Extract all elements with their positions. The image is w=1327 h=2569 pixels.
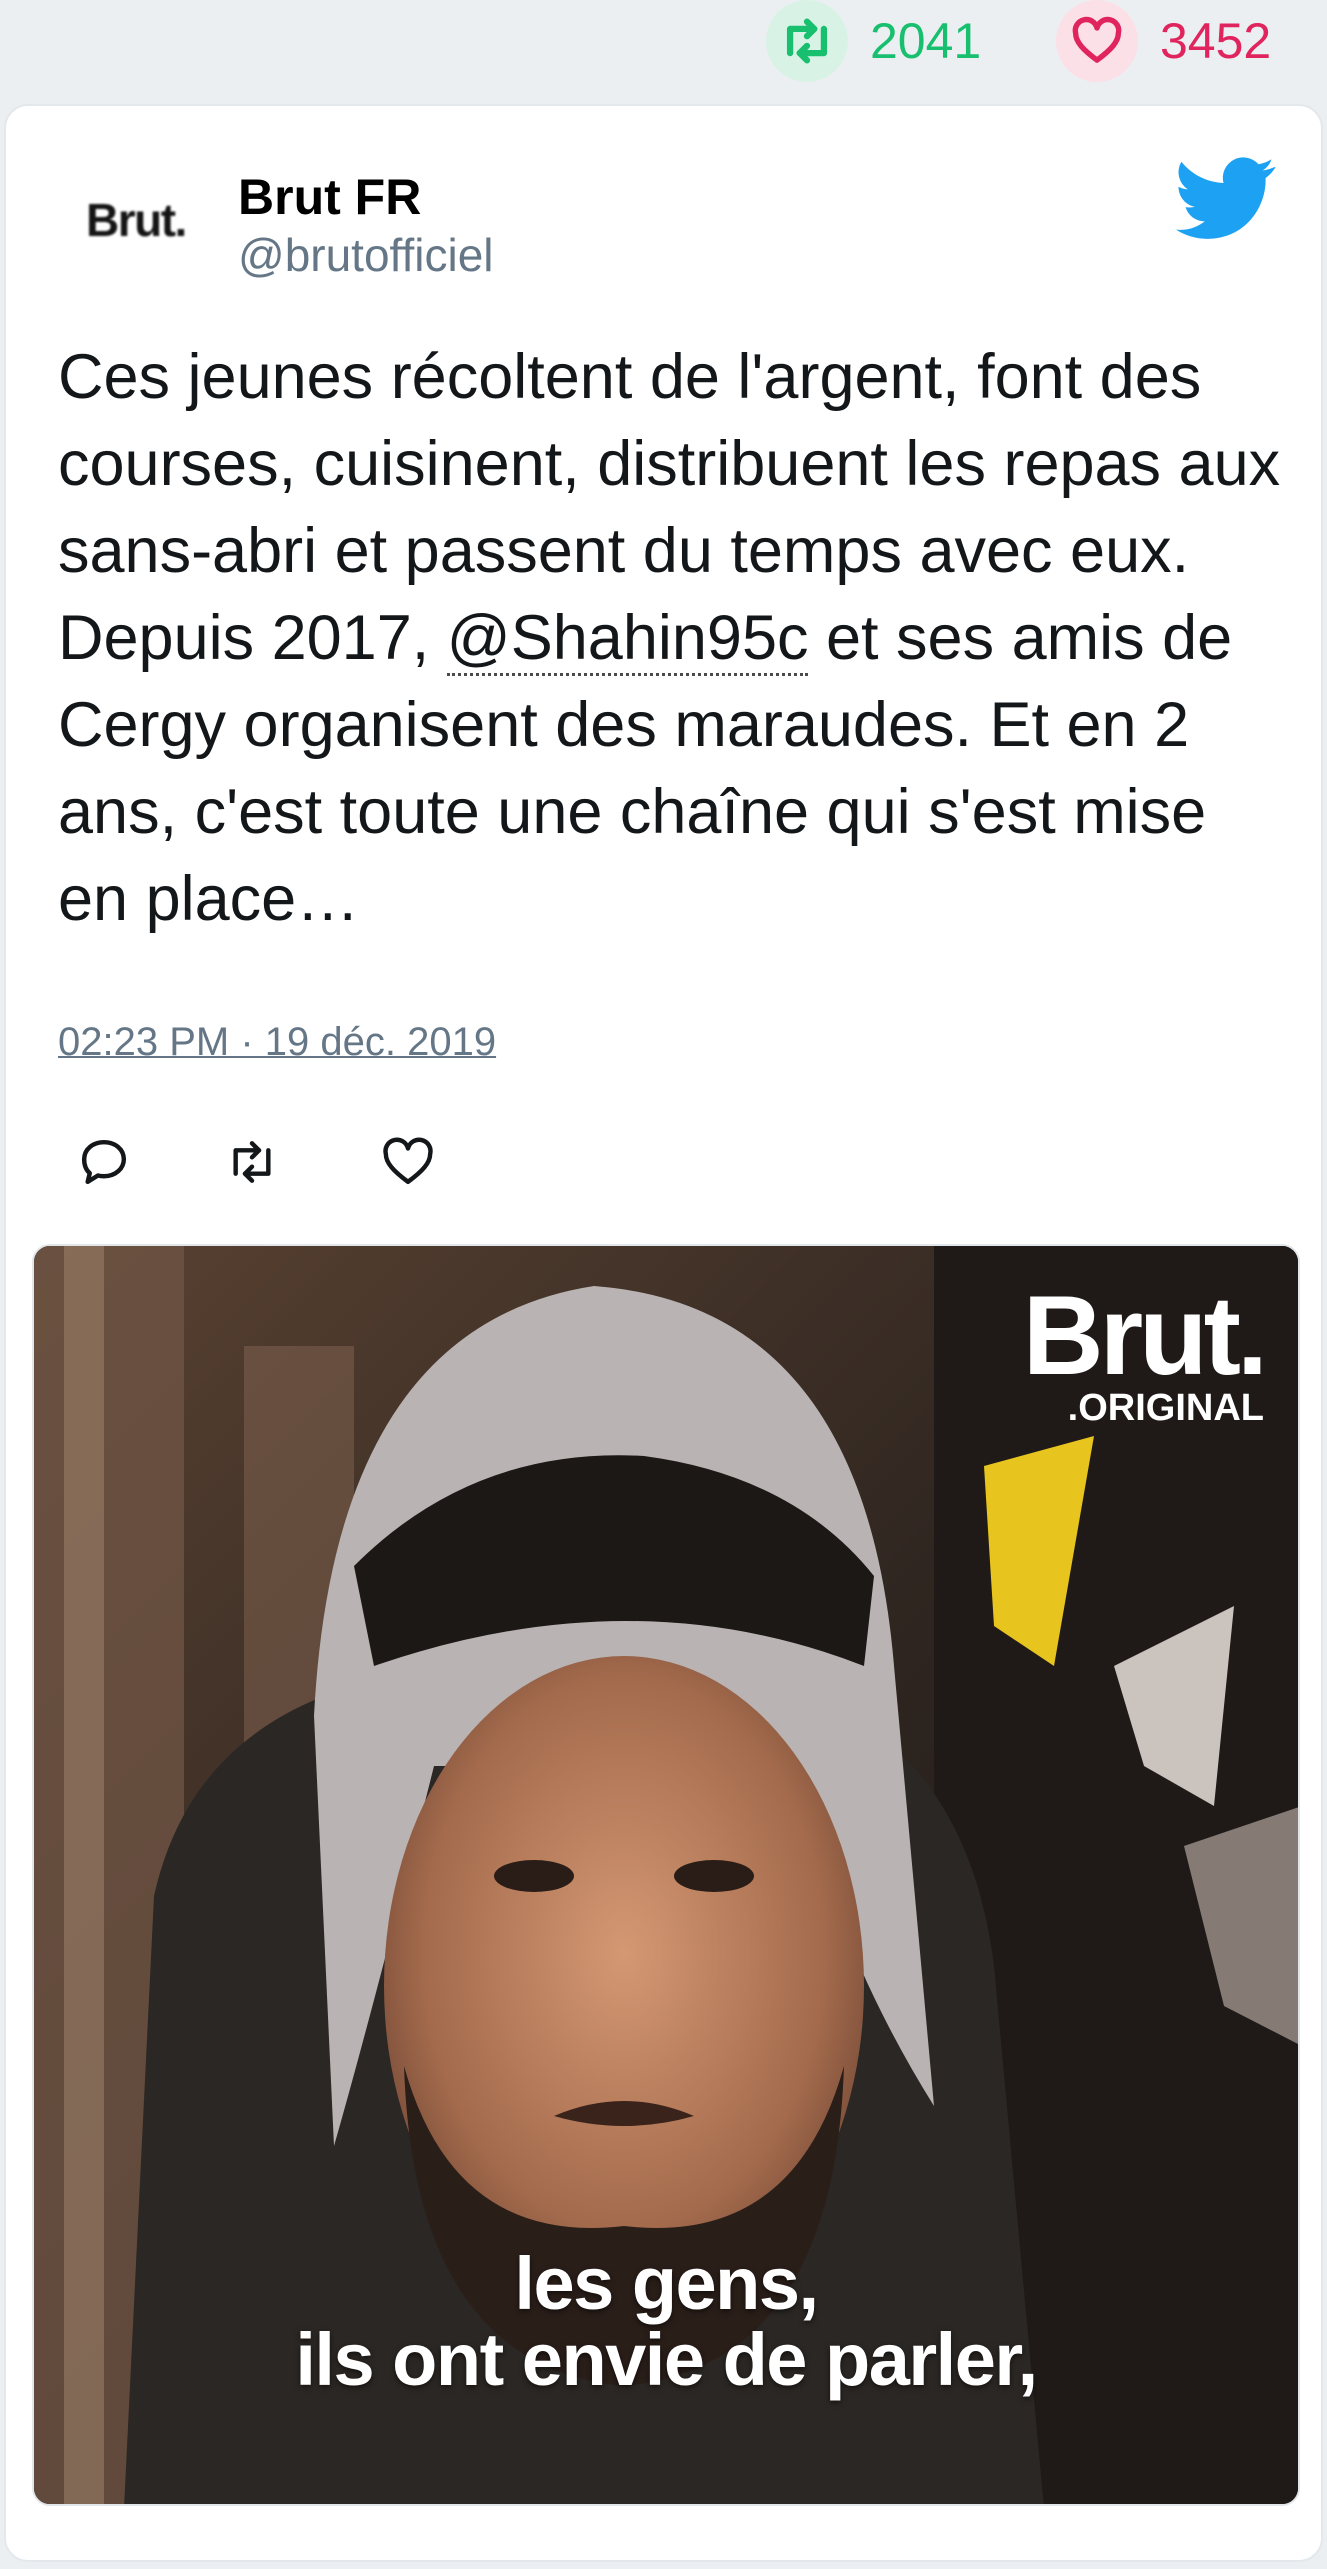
retweet-stat[interactable]: 2041 xyxy=(766,0,981,82)
brand-watermark: Brut. .ORIGINAL xyxy=(1022,1273,1268,1430)
caption-line: les gens, xyxy=(514,2242,819,2325)
display-name[interactable]: Brut FR xyxy=(238,168,421,226)
tweet-text: Ces jeunes récoltent de l'argent, font d… xyxy=(58,334,1288,943)
engagement-stats: 2041 3452 xyxy=(0,0,1327,100)
mention-link[interactable]: @Shahin95c xyxy=(446,603,809,676)
tweet-card: Brut. Brut FR @brutofficiel Ces jeunes r… xyxy=(4,104,1323,2562)
retweet-icon[interactable] xyxy=(224,1134,280,1190)
reply-icon[interactable] xyxy=(76,1134,132,1190)
avatar[interactable]: Brut. xyxy=(86,193,187,247)
like-stat[interactable]: 3452 xyxy=(1056,0,1271,82)
heart-icon xyxy=(1056,0,1138,82)
video-thumbnail[interactable]: Brut. .ORIGINAL les gens, ils ont envie … xyxy=(32,1244,1300,2506)
retweet-icon xyxy=(766,0,848,82)
tweet-timestamp[interactable]: 02:23 PM · 19 déc. 2019 xyxy=(58,1020,496,1065)
twitter-bird-icon[interactable] xyxy=(1176,148,1276,248)
heart-icon[interactable] xyxy=(380,1134,436,1190)
video-caption: les gens, ils ont envie de parler, xyxy=(34,2246,1298,2398)
caption-line: ils ont envie de parler, xyxy=(295,2318,1038,2401)
brand-logo-text: Brut. xyxy=(1022,1273,1268,1398)
retweet-count: 2041 xyxy=(870,13,982,69)
like-count: 3452 xyxy=(1160,13,1272,69)
user-handle[interactable]: @brutofficiel xyxy=(238,228,494,282)
